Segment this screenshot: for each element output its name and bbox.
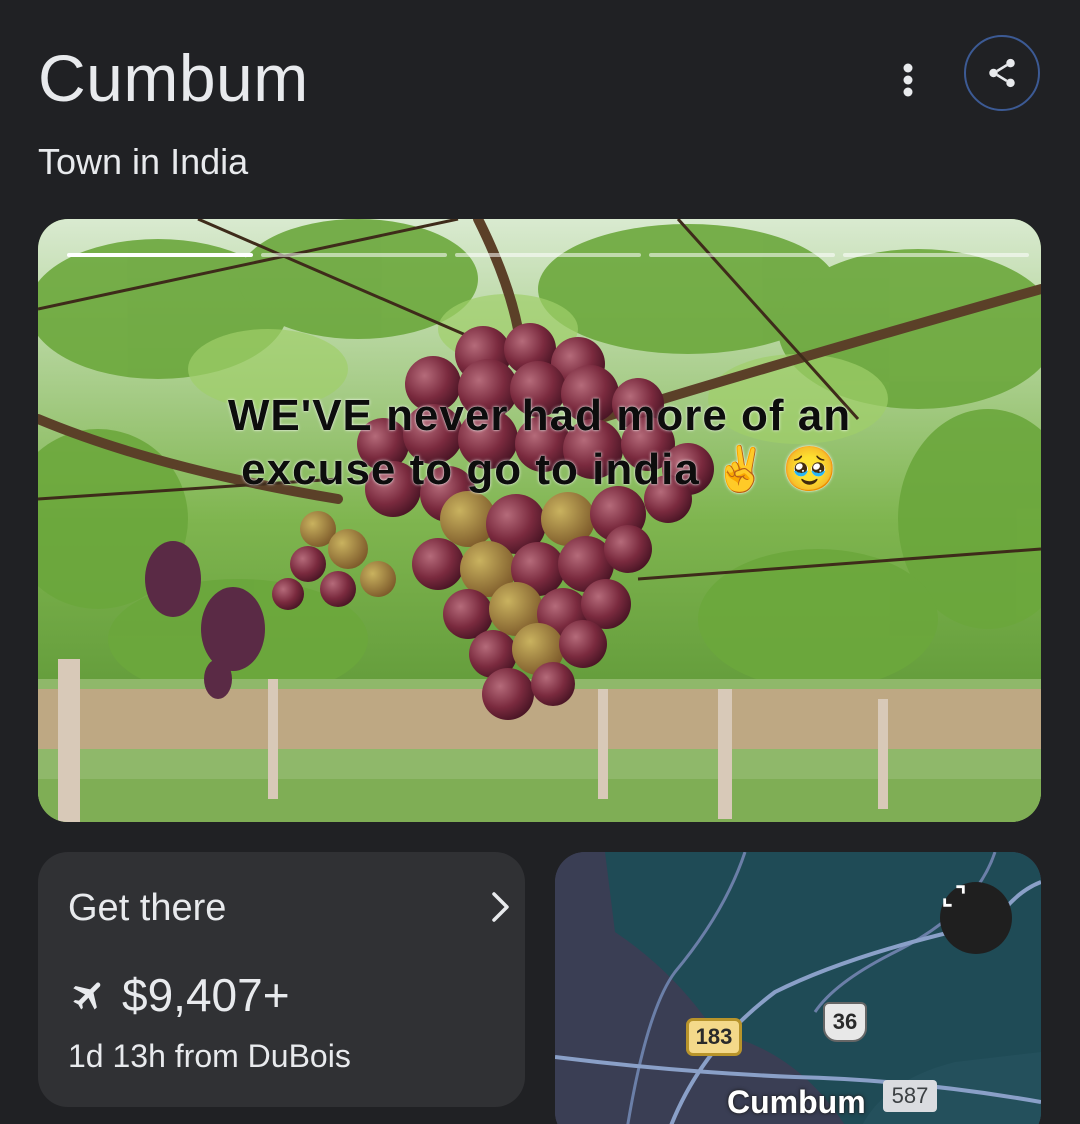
map-preview[interactable]: 183 36 587 Cumbum — [555, 852, 1041, 1124]
flight-price: $9,407+ — [122, 969, 290, 1021]
share-button[interactable] — [964, 35, 1040, 111]
page-title: Cumbum — [38, 41, 309, 115]
story-caption-line-2: excuse to go to india ✌️ 🥹 — [241, 445, 838, 494]
grape-vineyard-photo — [38, 219, 1041, 822]
flight-icon — [73, 982, 101, 1010]
story-caption: WE'VE never had more of an excuse to go … — [38, 389, 1041, 497]
route-587-shield: 587 — [883, 1080, 937, 1112]
route-183-shield: 183 — [686, 1018, 742, 1056]
get-there-card[interactable]: Get there $9,407+ 1d 13h from DuBois — [38, 852, 525, 1107]
story-progress-bar — [67, 253, 1029, 257]
story-progress-segment — [67, 253, 253, 257]
story-progress-segment — [843, 253, 1029, 257]
open-in-full-icon — [943, 885, 965, 907]
story-progress-segment — [261, 253, 447, 257]
share-icon — [989, 58, 1015, 88]
chevron-right-icon — [492, 892, 509, 922]
flight-price-row: $9,407+ — [70, 968, 290, 1022]
map-city-label: Cumbum — [727, 1084, 866, 1120]
route-36-shield: 36 — [823, 1002, 867, 1042]
get-there-label: Get there — [68, 887, 227, 929]
hero-story-image[interactable]: WE'VE never had more of an excuse to go … — [38, 219, 1041, 822]
more-vert-icon — [903, 63, 913, 97]
story-progress-segment — [455, 253, 641, 257]
more-options-button[interactable] — [884, 50, 932, 110]
place-panel: Cumbum Town in India WE'VE never had mor… — [0, 0, 1080, 1124]
page-subtitle: Town in India — [38, 141, 249, 182]
travel-info: 1d 13h from DuBois — [68, 1038, 351, 1074]
story-progress-segment — [649, 253, 835, 257]
story-caption-line-1: WE'VE never had more of an — [227, 391, 852, 440]
expand-map-button[interactable] — [940, 882, 1012, 954]
